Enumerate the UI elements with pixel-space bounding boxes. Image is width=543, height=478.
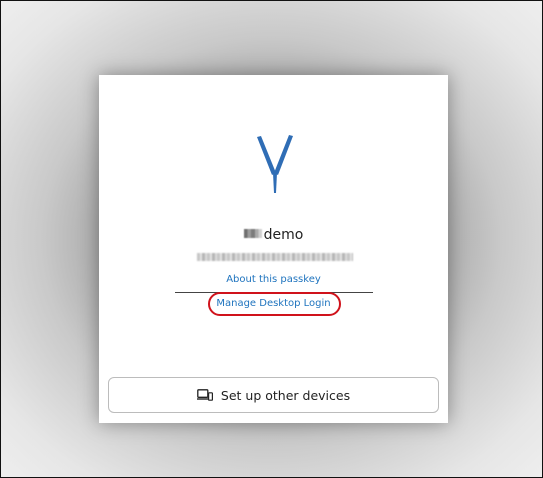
redacted-account-id [197, 253, 353, 261]
devices-icon [196, 389, 213, 401]
set-up-other-devices-label: Set up other devices [220, 387, 351, 403]
set-up-other-devices-button[interactable]: Set up other devices [108, 377, 439, 413]
username-visible-text: demo [263, 227, 304, 243]
manage-desktop-login-link[interactable]: Manage Desktop Login [99, 298, 448, 309]
divider [175, 292, 373, 293]
screenshot-background: demo About this passkey Manage Desktop L… [0, 0, 543, 478]
redacted-text [243, 229, 262, 238]
yubico-logo-icon [257, 135, 293, 193]
about-passkey-link[interactable]: About this passkey [99, 274, 448, 285]
account-username: demo [99, 227, 448, 243]
passkey-dialog: demo About this passkey Manage Desktop L… [99, 75, 448, 423]
